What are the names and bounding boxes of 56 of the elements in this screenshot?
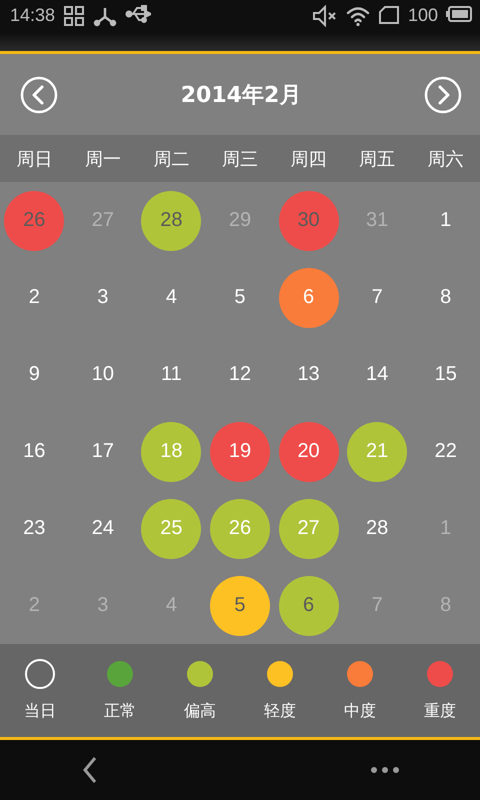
marked-day[interactable]: 28 <box>141 190 202 250</box>
more-icon <box>370 765 400 775</box>
weekday-label: 周一 <box>84 148 122 170</box>
previous-month-button[interactable] <box>20 76 58 114</box>
legend-label: 正常 <box>104 701 136 722</box>
marked-day[interactable]: 5 <box>210 576 270 636</box>
day-number[interactable]: 9 <box>4 344 64 404</box>
clock-time: 14:38 <box>10 5 56 26</box>
day-number[interactable]: 14 <box>347 344 408 404</box>
day-number[interactable]: 7 <box>347 268 408 328</box>
day-number[interactable]: 3 <box>72 268 133 328</box>
weekday-label: 周日 <box>15 148 54 170</box>
battery-level: 100 <box>408 5 438 26</box>
marked-day[interactable]: 6 <box>278 268 339 328</box>
marked-day[interactable]: 19 <box>210 422 270 482</box>
chevron-left-icon <box>20 76 58 114</box>
day-number[interactable]: 24 <box>72 498 133 558</box>
legend-label: 轻度 <box>264 701 296 722</box>
day-number[interactable]: 12 <box>210 344 270 404</box>
day-number[interactable]: 2 <box>4 268 64 328</box>
marked-day[interactable]: 20 <box>278 422 339 482</box>
legend-label: 中度 <box>344 701 376 722</box>
mute-icon <box>312 5 338 27</box>
month-title: 2014年2月 <box>180 82 302 110</box>
legend-label: 重度 <box>424 701 456 722</box>
weekday-label: 周六 <box>426 148 465 170</box>
next-month-button[interactable] <box>424 76 462 114</box>
wifi-icon <box>346 5 370 27</box>
today-ring-icon <box>25 659 55 689</box>
day-number[interactable]: 13 <box>278 344 339 404</box>
day-number[interactable]: 15 <box>416 344 476 404</box>
day-number[interactable]: 11 <box>141 344 202 404</box>
day-number[interactable]: 22 <box>416 422 476 482</box>
weekday-label: 周四 <box>290 148 328 170</box>
weekday-label: 周三 <box>220 148 259 170</box>
legend-label: 当日 <box>24 701 56 722</box>
more-button[interactable] <box>370 765 400 775</box>
day-number[interactable]: 1 <box>416 190 476 250</box>
day-number[interactable]: 17 <box>72 422 133 482</box>
day-number[interactable]: 10 <box>72 344 133 404</box>
sd-card-icon <box>378 5 400 25</box>
grid-icon <box>63 5 86 27</box>
day-number[interactable]: 4 <box>141 268 202 328</box>
legend-label: 偏高 <box>184 701 216 722</box>
marked-day[interactable]: 6 <box>278 576 339 636</box>
day-number[interactable]: 5 <box>210 268 270 328</box>
battery-icon <box>446 5 472 23</box>
chevron-right-icon <box>424 76 462 114</box>
day-number[interactable]: 16 <box>4 422 64 482</box>
day-number[interactable]: 8 <box>416 268 476 328</box>
day-number[interactable]: 28 <box>347 498 408 558</box>
day-number[interactable]: 23 <box>4 498 64 558</box>
share-nodes-icon <box>93 5 118 27</box>
weekday-label: 周二 <box>152 148 190 170</box>
weekday-label: 周五 <box>358 148 396 170</box>
usb-icon <box>125 5 152 23</box>
